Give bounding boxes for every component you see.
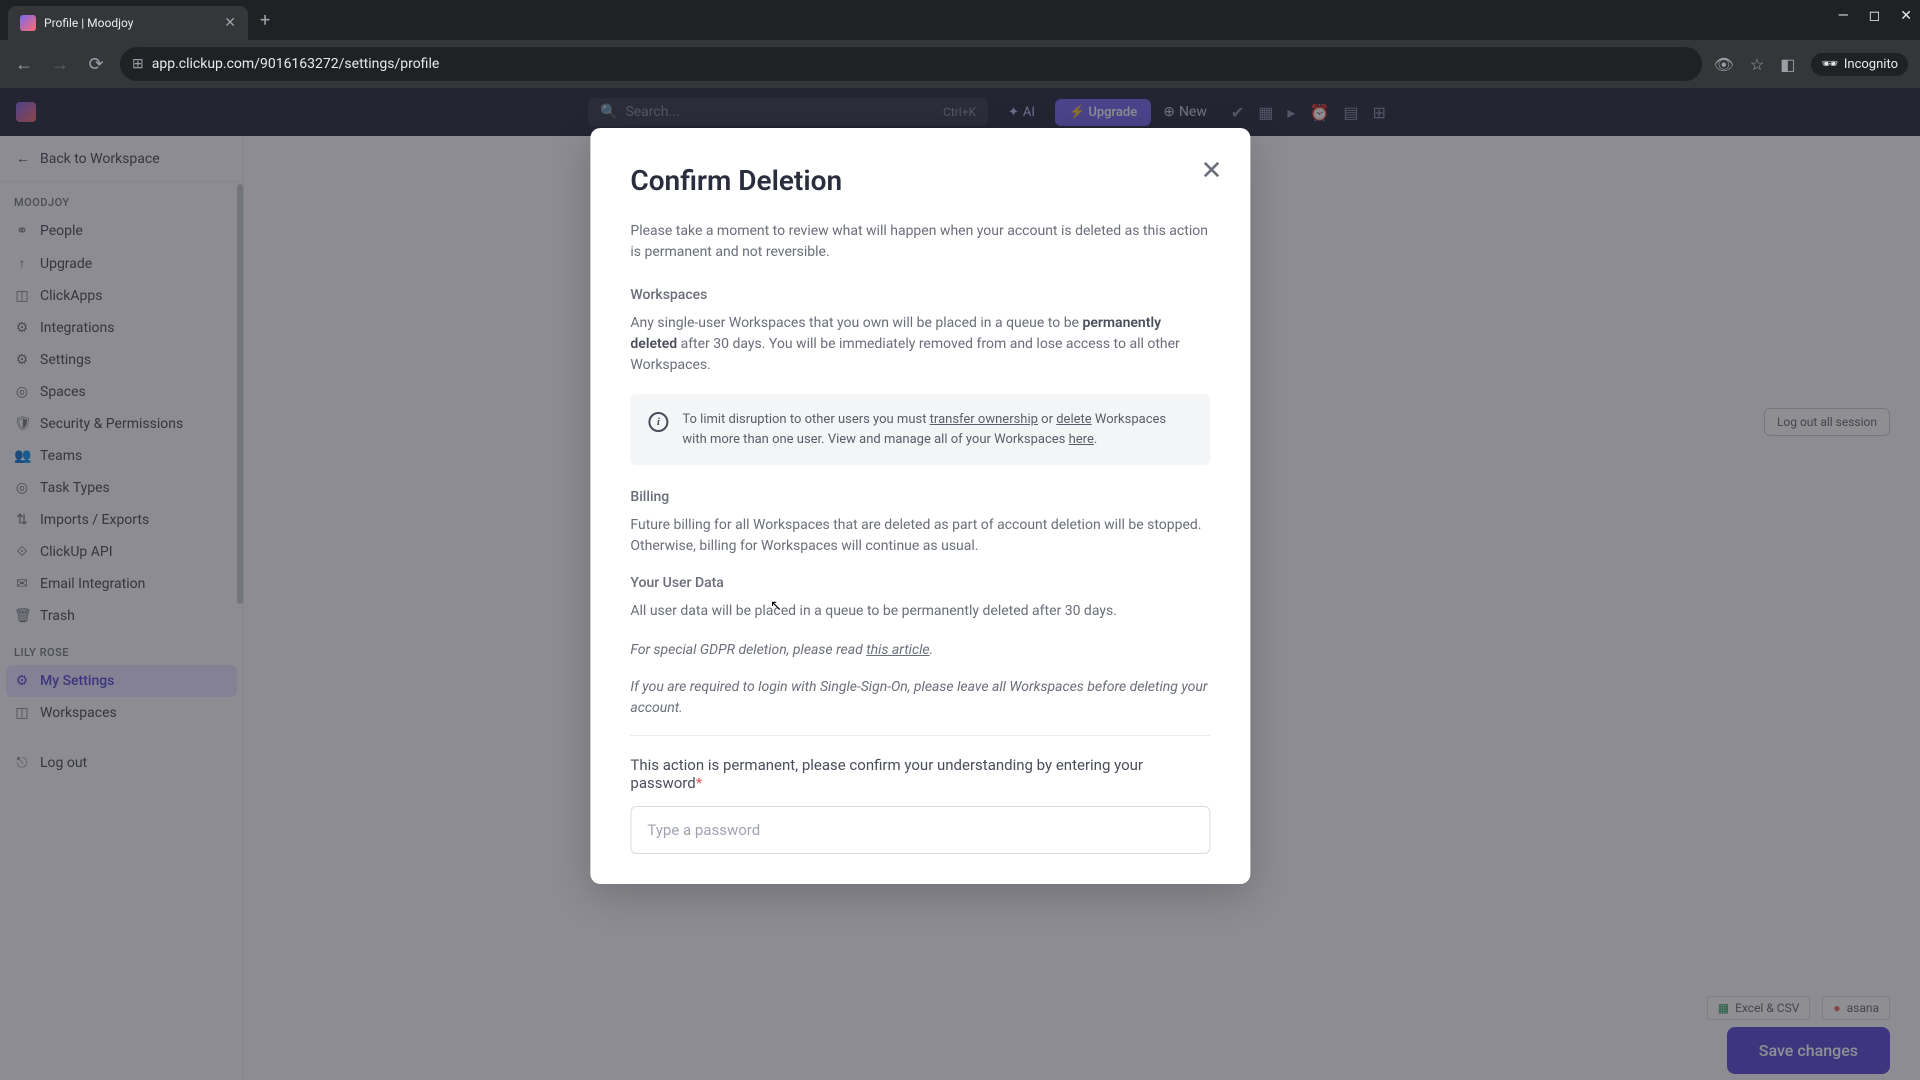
reload-icon[interactable]: ⟳ [84,54,108,75]
modal-title: Confirm Deletion [630,164,1210,197]
billing-heading: Billing [630,489,1210,505]
text: . [1094,432,1097,447]
tab-close-icon[interactable]: ✕ [224,15,236,31]
incognito-icon: 🕶 [1821,57,1838,72]
text: For special GDPR deletion, please read [630,642,866,658]
text: Any single-user Workspaces that you own … [630,315,1082,331]
incognito-badge[interactable]: 🕶 Incognito [1811,53,1908,76]
info-box: i To limit disruption to other users you… [630,394,1210,465]
panel-icon[interactable]: ◧ [1780,55,1795,74]
divider [630,735,1210,736]
bookmark-star-icon[interactable]: ☆ [1750,55,1764,74]
tab-favicon-icon [20,15,36,31]
eye-off-icon[interactable]: 👁 [1714,55,1734,74]
incognito-label: Incognito [1844,57,1898,72]
billing-text: Future billing for all Workspaces that a… [630,515,1210,557]
browser-tab[interactable]: Profile | Moodjoy ✕ [8,6,248,40]
window-controls: — ◻ ✕ [1838,8,1912,24]
text: . [930,642,934,658]
here-link[interactable]: here [1069,432,1094,447]
confirm-deletion-modal: ✕ Confirm Deletion Please take a moment … [590,128,1250,884]
minimize-icon[interactable]: — [1838,8,1849,24]
transfer-ownership-link[interactable]: transfer ownership [930,412,1038,427]
workspaces-text: Any single-user Workspaces that you own … [630,313,1210,376]
url-bar[interactable]: ⊞ app.clickup.com/9016163272/settings/pr… [120,47,1702,81]
password-input[interactable] [630,806,1210,854]
confirm-password-label: This action is permanent, please confirm… [630,756,1210,792]
site-info-icon[interactable]: ⊞ [132,56,144,72]
text: or [1038,412,1056,427]
text: This action is permanent, please confirm… [630,756,1143,792]
text: after 30 days. You will be immediately r… [630,336,1179,373]
new-tab-button[interactable]: + [260,10,270,31]
forward-icon[interactable]: → [48,54,72,75]
modal-intro-text: Please take a moment to review what will… [630,221,1210,263]
userdata-text: All user data will be placed in a queue … [630,601,1210,622]
back-icon[interactable]: ← [12,54,36,75]
gdpr-text: For special GDPR deletion, please read t… [630,640,1210,661]
browser-address-bar: ← → ⟳ ⊞ app.clickup.com/9016163272/setti… [0,40,1920,88]
info-icon: i [648,412,668,432]
delete-link[interactable]: delete [1056,412,1091,427]
browser-tab-bar: Profile | Moodjoy ✕ + — ◻ ✕ [0,0,1920,40]
tab-title: Profile | Moodjoy [44,16,216,30]
text: To limit disruption to other users you m… [682,412,929,427]
url-text: app.clickup.com/9016163272/settings/prof… [152,56,440,72]
gdpr-article-link[interactable]: this article [866,642,929,658]
close-icon[interactable]: ✕ [1201,156,1223,186]
cursor-icon: ↖ [770,598,782,614]
userdata-heading: Your User Data [630,575,1210,591]
info-text: To limit disruption to other users you m… [682,410,1192,449]
workspaces-heading: Workspaces [630,287,1210,303]
maximize-icon[interactable]: ◻ [1869,8,1881,24]
required-asterisk: * [696,774,702,792]
sso-text: If you are required to login with Single… [630,677,1210,719]
close-window-icon[interactable]: ✕ [1900,8,1912,24]
